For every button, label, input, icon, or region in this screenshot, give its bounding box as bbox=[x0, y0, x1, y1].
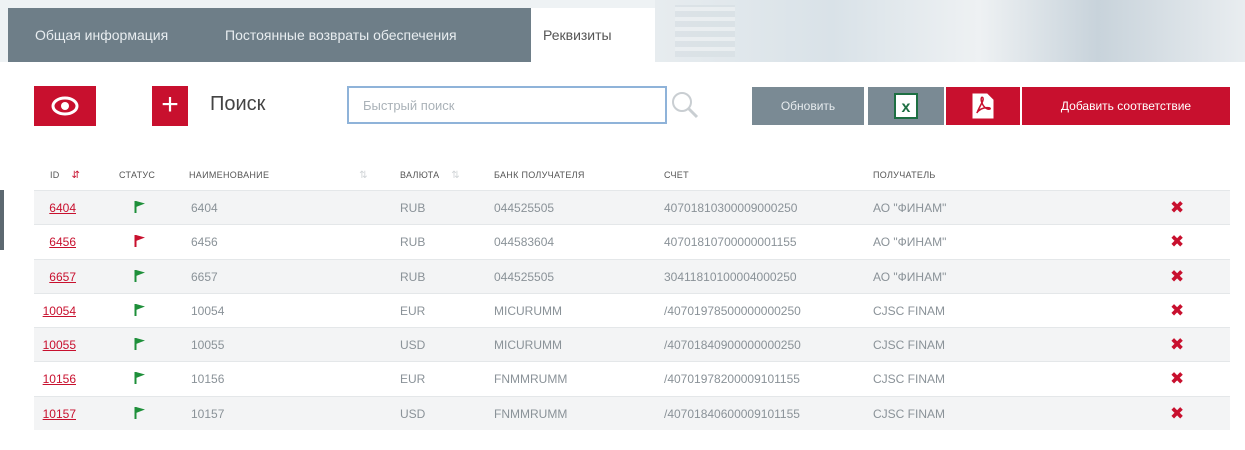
cell-recipient: АО "ФИНАМ" bbox=[873, 235, 947, 250]
sort-icon[interactable]: ⇅ bbox=[359, 170, 368, 181]
table-row[interactable]: 10055 10055 USD MICURUMM/407018409000000002… bbox=[34, 327, 1230, 362]
table-row[interactable]: 10156 10156 EUR FNMMRUMM/407019782000091011… bbox=[34, 361, 1230, 395]
cell-recipient: CJSC FINAM bbox=[873, 338, 945, 353]
row-id-link[interactable]: 10157 bbox=[34, 407, 76, 421]
status-flag-icon bbox=[134, 337, 146, 354]
sort-icon[interactable]: ⇅ bbox=[451, 170, 460, 181]
tab-requisites[interactable]: Реквизиты bbox=[531, 8, 655, 62]
cell-bank: 044525505 bbox=[494, 269, 555, 284]
cell-account: 40701810700000001155 bbox=[664, 235, 797, 250]
delete-icon[interactable]: ✖ bbox=[1170, 198, 1184, 218]
cell-currency: RUB bbox=[400, 235, 426, 250]
cell-account: /40701840900000000250 bbox=[664, 338, 801, 353]
eye-icon bbox=[51, 96, 79, 116]
tab-collateral-returns[interactable]: Постоянные возвраты обеспечения bbox=[205, 8, 531, 62]
export-pdf-button[interactable] bbox=[946, 87, 1020, 125]
row-id-link[interactable]: 10156 bbox=[34, 372, 76, 386]
cell-name: 6657 bbox=[191, 269, 218, 284]
cell-bank: FNMMRUMM bbox=[494, 372, 568, 387]
cell-name: 6404 bbox=[191, 201, 218, 215]
svg-text:x: x bbox=[902, 99, 911, 116]
row-id-link[interactable]: 6657 bbox=[34, 270, 76, 284]
table-row[interactable]: 10054 10054 EUR MICURUMM/407019785000000002… bbox=[34, 292, 1230, 327]
cell-name: 6456 bbox=[191, 235, 218, 250]
cell-recipient: АО "ФИНАМ" bbox=[873, 269, 947, 284]
table-row[interactable]: 6404 6404 RUB 044525505 40701810300009000250… bbox=[34, 190, 1230, 225]
delete-icon[interactable]: ✖ bbox=[1170, 232, 1184, 252]
table-row[interactable]: 6657 6657 RUB 044525505 30411810100004000250… bbox=[34, 258, 1230, 293]
cell-account: /40701978500000000250 bbox=[664, 303, 801, 318]
table-body: 6404 6404 RUB 044525505 40701810300009000250… bbox=[34, 190, 1230, 431]
table-header: ID ⇵ СТАТУС НАИМЕНОВАНИЕ ⇅ ВАЛЮТА ⇅ БАНК ПО… bbox=[34, 160, 1230, 190]
cell-name: 10157 bbox=[191, 406, 225, 421]
col-account[interactable]: СЧЕТ bbox=[664, 170, 689, 180]
left-edge-decoration bbox=[0, 190, 4, 250]
background-image bbox=[655, 0, 1245, 62]
cell-currency: EUR bbox=[400, 372, 426, 387]
table-row[interactable]: 10157 10157 USD FNMMRUMM/407018406000091011… bbox=[34, 395, 1230, 431]
search-label: Поиск bbox=[210, 93, 266, 115]
delete-icon[interactable]: ✖ bbox=[1170, 404, 1184, 424]
cell-account: 40701810300009000250 bbox=[664, 201, 798, 215]
cell-currency: RUB bbox=[400, 201, 426, 215]
cell-bank: 044525505 bbox=[494, 201, 555, 215]
col-currency[interactable]: ВАЛЮТА ⇅ bbox=[400, 170, 460, 181]
sort-desc-icon[interactable]: ⇵ bbox=[72, 170, 81, 181]
add-match-button[interactable]: Добавить соответствие bbox=[1022, 87, 1230, 125]
cell-bank: 044583604 bbox=[494, 235, 555, 250]
cell-recipient: CJSC FINAM bbox=[873, 406, 945, 421]
row-id-link[interactable]: 10054 bbox=[34, 304, 76, 318]
tab-general-info[interactable]: Общая информация bbox=[8, 8, 205, 62]
col-bank[interactable]: БАНК ПОЛУЧАТЕЛЯ bbox=[494, 170, 585, 180]
delete-icon[interactable]: ✖ bbox=[1170, 335, 1184, 355]
status-flag-icon bbox=[134, 371, 146, 388]
cell-name: 10054 bbox=[191, 303, 225, 318]
cell-currency: EUR bbox=[400, 303, 426, 318]
cell-name: 10055 bbox=[191, 338, 225, 353]
export-excel-button[interactable]: x bbox=[868, 87, 944, 125]
cell-recipient: CJSC FINAM bbox=[873, 303, 945, 318]
delete-icon[interactable]: ✖ bbox=[1170, 369, 1184, 389]
tab-bar: Общая информация Постоянные возвраты обе… bbox=[0, 0, 1245, 62]
col-status[interactable]: СТАТУС bbox=[119, 170, 155, 180]
cell-bank: FNMMRUMM bbox=[494, 406, 568, 421]
col-id[interactable]: ID ⇵ bbox=[50, 170, 80, 181]
cell-bank: MICURUMM bbox=[494, 338, 562, 353]
table-row[interactable]: 6456 6456 RUB 044583604 40701810700000001155… bbox=[34, 224, 1230, 258]
delete-icon[interactable]: ✖ bbox=[1170, 301, 1184, 321]
col-recipient[interactable]: ПОЛУЧАТЕЛЬ bbox=[873, 170, 936, 180]
delete-icon[interactable]: ✖ bbox=[1170, 267, 1184, 287]
status-flag-icon bbox=[134, 200, 146, 217]
search-icon[interactable] bbox=[670, 90, 700, 120]
cell-account: /40701840600009101155 bbox=[664, 406, 800, 421]
cell-currency: USD bbox=[400, 406, 426, 421]
row-id-link[interactable]: 6404 bbox=[34, 201, 76, 215]
cell-account: /40701978200009101155 bbox=[664, 372, 800, 387]
excel-icon: x bbox=[894, 93, 918, 119]
refresh-button[interactable]: Обновить bbox=[752, 87, 864, 125]
cell-currency: USD bbox=[400, 338, 426, 353]
search-input[interactable] bbox=[347, 86, 667, 124]
cell-name: 10156 bbox=[191, 372, 225, 387]
add-button[interactable]: + bbox=[152, 86, 188, 126]
cell-recipient: CJSC FINAM bbox=[873, 372, 945, 387]
cell-currency: RUB bbox=[400, 269, 426, 284]
col-name[interactable]: НАИМЕНОВАНИЕ ⇅ bbox=[189, 170, 368, 181]
cell-recipient: АО "ФИНАМ" bbox=[873, 201, 947, 215]
row-id-link[interactable]: 10055 bbox=[34, 338, 76, 352]
row-id-link[interactable]: 6456 bbox=[34, 235, 76, 249]
status-flag-icon bbox=[134, 269, 146, 286]
view-button[interactable] bbox=[34, 86, 96, 126]
status-flag-icon bbox=[134, 303, 146, 320]
status-flag-icon bbox=[134, 234, 146, 251]
cell-account: 30411810100004000250 bbox=[664, 269, 797, 284]
status-flag-icon bbox=[134, 406, 146, 423]
pdf-icon bbox=[972, 93, 994, 119]
cell-bank: MICURUMM bbox=[494, 303, 562, 318]
